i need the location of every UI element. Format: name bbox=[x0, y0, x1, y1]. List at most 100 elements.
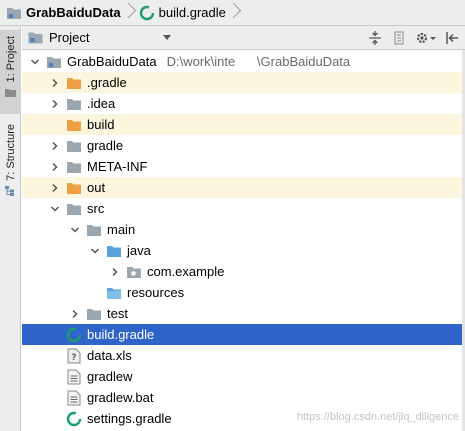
package-icon bbox=[126, 264, 142, 280]
view-mode-label: Project bbox=[49, 30, 90, 45]
tree-item-label: META-INF bbox=[87, 159, 148, 174]
left-tool-stripe: 1: Project 7: Structure bbox=[0, 26, 21, 431]
tree-item-build-gradle[interactable]: build.gradle bbox=[22, 324, 465, 345]
folder-icon bbox=[66, 159, 82, 175]
tree-item-label: main bbox=[107, 222, 136, 237]
chevron-down-icon[interactable] bbox=[48, 198, 62, 219]
gradle-file-icon bbox=[66, 327, 82, 343]
hide-panel-button[interactable] bbox=[445, 30, 461, 46]
tree-item-label: out bbox=[87, 180, 106, 195]
chevron-right-icon[interactable] bbox=[48, 156, 62, 177]
chevron-down-icon[interactable] bbox=[28, 51, 42, 72]
tree-item-label: data.xls bbox=[87, 348, 132, 363]
watermark: https://blog.csdn.net/jlq_diligence bbox=[296, 411, 459, 423]
tree-item-label: gradle bbox=[87, 138, 124, 153]
tree-item-test[interactable]: test bbox=[22, 303, 465, 324]
tree-item-meta-inf[interactable]: META-INF bbox=[22, 156, 465, 177]
tree-item-label: com.example bbox=[147, 264, 225, 279]
folder-icon bbox=[66, 96, 82, 112]
excluded-folder-icon bbox=[66, 117, 82, 133]
chevron-right-icon[interactable] bbox=[48, 135, 62, 156]
tree-item-gradlew[interactable]: gradlew bbox=[22, 366, 465, 387]
tree-item-label: settings.gradle bbox=[87, 411, 172, 426]
tree-item-build[interactable]: build bbox=[22, 114, 465, 135]
tree-item-idea[interactable]: .idea bbox=[22, 93, 465, 114]
folder-icon bbox=[5, 85, 16, 98]
hide-icon bbox=[446, 32, 458, 44]
project-panel-header: Project bbox=[22, 26, 465, 50]
tree-item-data-xls[interactable]: ? data.xls bbox=[22, 345, 465, 366]
view-mode-selector[interactable]: Project bbox=[22, 26, 177, 50]
text-file-icon bbox=[66, 369, 82, 385]
unknown-file-icon: ? bbox=[66, 348, 82, 364]
tree-item-gradle[interactable]: .gradle bbox=[22, 72, 465, 93]
text-file-icon bbox=[66, 390, 82, 406]
project-tool-tab[interactable]: 1: Project bbox=[0, 30, 21, 114]
tree-arrow-spacer bbox=[48, 387, 62, 408]
project-folder-icon bbox=[6, 6, 22, 20]
breadcrumb-file-label: build.gradle bbox=[158, 5, 226, 20]
svg-text:?: ? bbox=[71, 353, 76, 363]
breadcrumb-separator-icon bbox=[228, 0, 240, 26]
scroll-from-source-button[interactable] bbox=[391, 30, 407, 46]
structure-tool-tab-label: 7: Structure bbox=[4, 124, 17, 181]
tree-item-label: java bbox=[127, 243, 151, 258]
folder-icon bbox=[86, 306, 102, 322]
tree-item-label: .gradle bbox=[87, 75, 127, 90]
project-view-icon bbox=[28, 31, 43, 44]
chevron-down-icon[interactable] bbox=[68, 219, 82, 240]
project-tool-tab-label: 1: Project bbox=[4, 36, 17, 83]
settings-button[interactable] bbox=[415, 30, 437, 46]
tree-item-label: gradlew bbox=[87, 369, 133, 384]
tree-item-grabbaidudata[interactable]: GrabBaiduData D:\work\inte \GrabBaiduData bbox=[22, 51, 465, 72]
chevron-down-icon bbox=[163, 35, 172, 40]
tree-arrow-spacer bbox=[48, 366, 62, 387]
chevron-right-icon[interactable] bbox=[108, 261, 122, 282]
breadcrumb-project[interactable]: GrabBaiduData bbox=[6, 0, 121, 26]
tree-item-label: src bbox=[87, 201, 105, 216]
tree-arrow-spacer bbox=[48, 408, 62, 429]
folder-icon bbox=[86, 222, 102, 238]
gradle-file-icon bbox=[66, 411, 82, 427]
navigation-bar: GrabBaiduData build.gradle bbox=[0, 0, 465, 26]
tree-item-label: GrabBaiduData bbox=[67, 54, 157, 69]
tree-item-label: build bbox=[87, 117, 115, 132]
tree-item-label: .idea bbox=[87, 96, 116, 111]
tree-item-java[interactable]: java bbox=[22, 240, 465, 261]
chevron-down-icon[interactable] bbox=[88, 240, 102, 261]
excluded-folder-icon bbox=[66, 75, 82, 91]
structure-icon bbox=[5, 184, 16, 196]
tree-item-out[interactable]: out bbox=[22, 177, 465, 198]
tree-arrow-spacer bbox=[48, 345, 62, 366]
tree-item-label: resources bbox=[127, 285, 185, 300]
tree-item-label: build.gradle bbox=[87, 327, 155, 342]
gradle-file-icon bbox=[139, 5, 155, 21]
folder-icon bbox=[66, 138, 82, 154]
tree-arrow-spacer bbox=[88, 282, 102, 303]
module-path: D:\work\inte \GrabBaiduData bbox=[166, 54, 351, 69]
tree-arrow-spacer bbox=[48, 114, 62, 135]
chevron-right-icon[interactable] bbox=[68, 303, 82, 324]
structure-tool-tab[interactable]: 7: Structure bbox=[0, 120, 21, 200]
tree-item-gradle[interactable]: gradle bbox=[22, 135, 465, 156]
chevron-right-icon[interactable] bbox=[48, 72, 62, 93]
gear-icon bbox=[416, 32, 436, 44]
collapse-all-button[interactable] bbox=[367, 30, 383, 46]
tree-item-label: test bbox=[107, 306, 128, 321]
tree-item-com-example[interactable]: com.example bbox=[22, 261, 465, 282]
excluded-folder-icon bbox=[66, 180, 82, 196]
tree-item-main[interactable]: main bbox=[22, 219, 465, 240]
resources-folder-icon bbox=[106, 285, 122, 301]
tree-item-src[interactable]: src bbox=[22, 198, 465, 219]
tree-item-gradlew-bat[interactable]: gradlew.bat bbox=[22, 387, 465, 408]
collapse-all-icon bbox=[369, 31, 381, 45]
chevron-right-icon[interactable] bbox=[48, 177, 62, 198]
module-folder-icon bbox=[46, 54, 62, 70]
breadcrumb-separator-icon bbox=[123, 0, 135, 26]
breadcrumb-file[interactable]: build.gradle bbox=[139, 0, 226, 26]
project-tree[interactable]: GrabBaiduData D:\work\inte \GrabBaiduData… bbox=[22, 50, 465, 431]
chevron-right-icon[interactable] bbox=[48, 93, 62, 114]
tree-arrow-spacer bbox=[48, 324, 62, 345]
source-folder-icon bbox=[106, 243, 122, 259]
tree-item-resources[interactable]: resources bbox=[22, 282, 465, 303]
